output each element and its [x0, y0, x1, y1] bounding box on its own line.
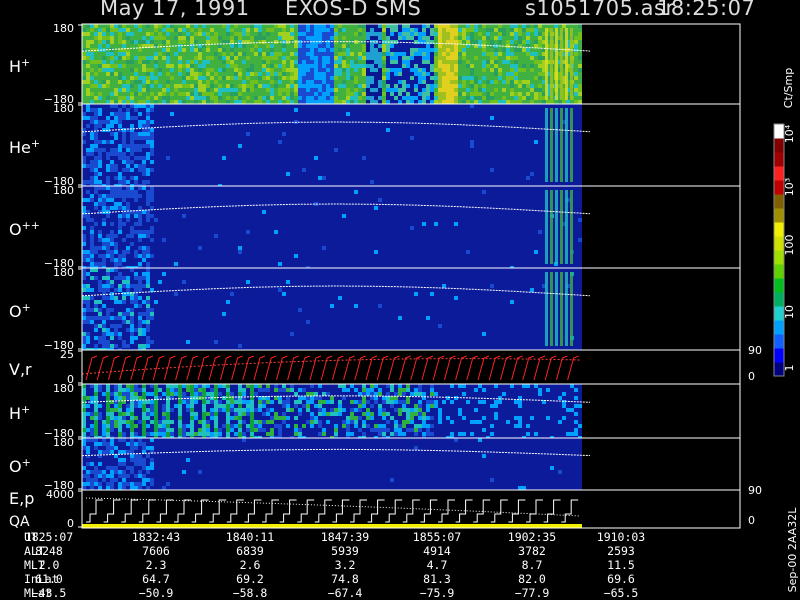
- table-cell: 64.7: [142, 572, 170, 586]
- panel-6-ymax: 180: [53, 436, 74, 449]
- table-cell: 1832:43: [131, 530, 181, 544]
- panel-5-spectrogram: [81, 384, 591, 438]
- colorbar-segment: [774, 152, 784, 167]
- panel-4-right-top: 90: [748, 344, 762, 357]
- table-cell: 74.8: [331, 572, 359, 586]
- colorbar-tick-label: 100: [783, 235, 796, 256]
- table-cell: 1902:35: [507, 530, 557, 544]
- table-cell: 3.2: [334, 558, 356, 572]
- colorbar-segment: [774, 208, 784, 223]
- panel-0-spectrogram: [81, 24, 591, 104]
- table-cell: 1840:11: [225, 530, 275, 544]
- panel-7-ymax: 4000: [46, 488, 74, 501]
- table-cell: −43.5: [31, 586, 67, 600]
- table-cell: 2.3: [145, 558, 167, 572]
- title-date: May 17, 1991: [100, 0, 250, 20]
- colorbar-tick-label: 1: [783, 365, 796, 372]
- spectrogram-plot: 180−180H+180−180He+180−180O++180−180O+25…: [9, 22, 799, 592]
- colorbar-segment: [774, 278, 784, 293]
- colorbar-segment: [774, 348, 784, 363]
- colorbar-tick-label: 10⁴: [783, 124, 796, 143]
- panel-1-ymax: 180: [53, 102, 74, 115]
- table-cell: 11.5: [607, 558, 635, 572]
- table-cell: 1855:07: [412, 530, 462, 544]
- panel-2-ymax: 180: [53, 184, 74, 197]
- panel-2-label: O++: [9, 219, 40, 239]
- colorbar-segment: [774, 222, 784, 237]
- vr-panel: [81, 350, 740, 384]
- panel-5-ymax: 180: [53, 382, 74, 395]
- panel-0-label: H+: [9, 56, 30, 76]
- orbit-table: UT 1825:07 1832:43 1840:11 1847:39 1855:07 190…: [0, 528, 800, 600]
- table-cell: 8248: [35, 544, 63, 558]
- table-cell: 4.7: [426, 558, 448, 572]
- panel-5-label: H+: [9, 403, 30, 423]
- table-cell: 1847:39: [320, 530, 370, 544]
- table-cell: 1825:07: [24, 530, 74, 544]
- table-cell: −67.4: [327, 586, 363, 600]
- colorbar-segment: [774, 334, 784, 349]
- ep-panel: [82, 490, 740, 528]
- panel-4-right-bottom: 0: [748, 370, 755, 383]
- table-cell: −77.9: [514, 586, 550, 600]
- panel-0-ymax: 180: [53, 22, 74, 35]
- table-cell: 2.6: [239, 558, 261, 572]
- table-cell: 7606: [142, 544, 170, 558]
- title-instrument: EXOS-D SMS: [285, 0, 422, 20]
- panel-4-label: V,r: [9, 360, 32, 379]
- table-cell: −58.8: [232, 586, 268, 600]
- table-cell: 4914: [423, 544, 451, 558]
- colorbar-segment: [774, 264, 784, 279]
- table-cell: 2593: [607, 544, 635, 558]
- table-cell: 69.6: [607, 572, 635, 586]
- panel-2-spectrogram: [81, 186, 591, 268]
- table-cell: 6839: [236, 544, 264, 558]
- table-cell: 69.2: [236, 572, 264, 586]
- panel-7-label: E,p: [9, 489, 34, 508]
- table-cell: −65.5: [603, 586, 639, 600]
- panel-6-spectrogram: [81, 438, 591, 490]
- table-cell: 1910:03: [596, 530, 646, 544]
- panel-4-ymax: 25: [60, 348, 74, 361]
- table-cell: 82.0: [518, 572, 546, 586]
- table-cell: 5939: [331, 544, 359, 558]
- table-cell: 2.0: [38, 558, 60, 572]
- colorbar-tick-label: 10: [783, 305, 796, 319]
- table-cell: −50.9: [138, 586, 174, 600]
- table-cell: 3782: [518, 544, 546, 558]
- colorbar-unit: Ct/Smp: [782, 68, 795, 108]
- table-cell: 8.7: [521, 558, 543, 572]
- panel-1-spectrogram: [81, 104, 591, 186]
- panel-7-right-bottom: 0: [748, 514, 755, 527]
- panel-3-ymax: 180: [53, 266, 74, 279]
- panel-3-spectrogram: [81, 268, 591, 350]
- colorbar-segment: [774, 320, 784, 335]
- colorbar-segment: [774, 292, 784, 307]
- panel-1-label: He+: [9, 137, 40, 157]
- table-cell: −75.9: [419, 586, 455, 600]
- title-file: s1051705.asr: [525, 0, 675, 20]
- colorbar-tick-label: 10³: [783, 178, 796, 196]
- panel-7-right-top: 90: [748, 484, 762, 497]
- panel-6-label: O+: [9, 456, 31, 476]
- table-cell: 61.0: [35, 572, 63, 586]
- table-cell: 81.3: [423, 572, 451, 586]
- panel-3-label: O+: [9, 301, 31, 321]
- title-time: 18:25:07: [657, 0, 756, 20]
